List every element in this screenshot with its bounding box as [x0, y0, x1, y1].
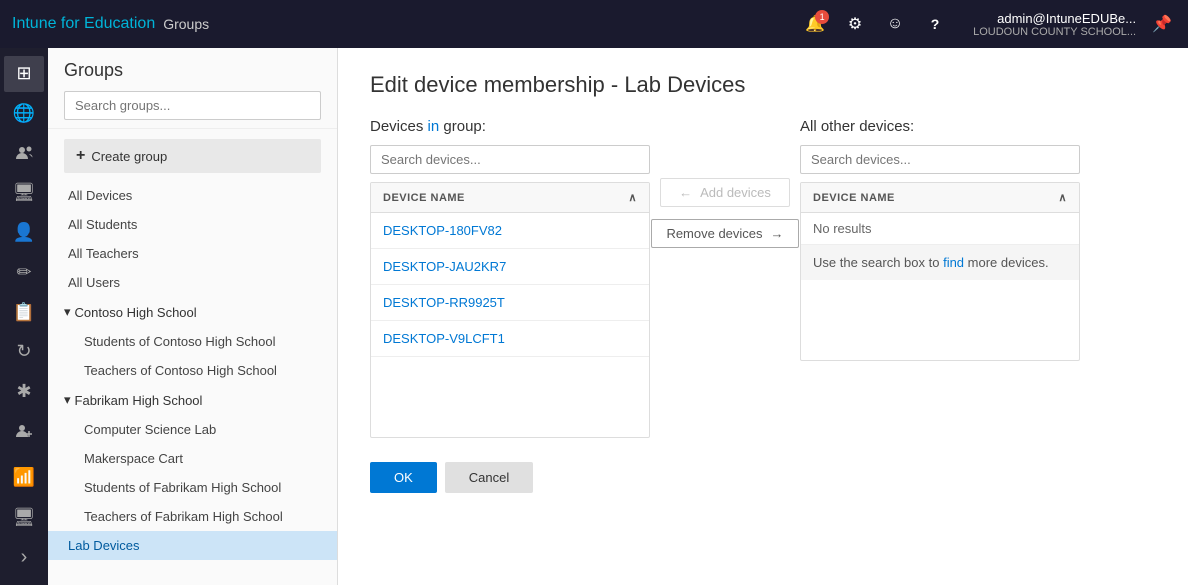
- sidebar-item-all-users[interactable]: All Users: [48, 268, 337, 297]
- chevron-down-icon: ▾: [64, 304, 71, 320]
- sidebar-header: Groups: [48, 48, 337, 129]
- add-devices-label: Add devices: [700, 185, 771, 200]
- footer-buttons: OK Cancel: [370, 462, 1156, 493]
- create-group-label: Create group: [91, 149, 167, 164]
- pin-button[interactable]: 📌: [1148, 10, 1176, 38]
- search-devices-in-group-input[interactable]: [370, 145, 650, 174]
- sidebar: Groups + Create group All Devices All St…: [48, 48, 338, 585]
- sidebar-item-makerspace-cart[interactable]: Makerspace Cart: [48, 444, 337, 473]
- user-menu[interactable]: admin@IntuneEDUBe... LOUDOUN COUNTY SCHO…: [965, 7, 1144, 42]
- rail-item-person[interactable]: 👤: [4, 215, 44, 251]
- other-devices-table: DEVICE NAME ∧ No results Use the search …: [800, 182, 1080, 361]
- app-section: Groups: [163, 16, 209, 32]
- sidebar-navigation: All Devices All Students All Teachers Al…: [48, 177, 337, 585]
- all-other-devices-panel: All other devices: DEVICE NAME ∧ No resu…: [800, 118, 1080, 361]
- table-empty-space: [371, 357, 649, 437]
- sidebar-item-lab-devices[interactable]: Lab Devices: [48, 531, 337, 560]
- rail-item-user-add[interactable]: [4, 413, 44, 449]
- table-row[interactable]: DESKTOP-RR9925T: [371, 285, 649, 321]
- rail-item-clipboard[interactable]: 📋: [4, 294, 44, 330]
- smiley-icon: ☺: [887, 15, 903, 33]
- rail-item-home[interactable]: ⊞: [4, 56, 44, 92]
- sidebar-group-contoso-label: Contoso High School: [75, 305, 197, 320]
- devices-title-prefix: Devices: [370, 118, 428, 135]
- sidebar-item-contoso-teachers[interactable]: Teachers of Contoso High School: [48, 356, 337, 385]
- no-results-hint-suffix: more devices.: [964, 255, 1049, 270]
- rail-item-monitor[interactable]: 🖥: [4, 497, 44, 537]
- rail-item-display[interactable]: 🖥: [4, 175, 44, 211]
- devices-in-group-title: Devices in group:: [370, 118, 650, 135]
- sort-icon: ∧: [628, 191, 637, 204]
- app-brand: Intune for Education: [12, 15, 155, 33]
- devices-title-suffix: group:: [439, 118, 486, 135]
- device-name-column-header: DEVICE NAME: [383, 192, 465, 204]
- help-icon: ?: [931, 16, 940, 32]
- sidebar-item-contoso-students[interactable]: Students of Contoso High School: [48, 327, 337, 356]
- page-title: Edit device membership - Lab Devices: [370, 72, 1156, 98]
- plus-icon: +: [76, 147, 85, 165]
- devices-in-group-table: DEVICE NAME ∧ DESKTOP-180FV82 DESKTOP-JA…: [370, 182, 650, 438]
- rail-item-wifi[interactable]: 📶: [4, 457, 44, 497]
- sidebar-title: Groups: [64, 60, 321, 81]
- sidebar-item-all-teachers[interactable]: All Teachers: [48, 239, 337, 268]
- table-row[interactable]: DESKTOP-V9LCFT1: [371, 321, 649, 357]
- feedback-button[interactable]: ☺: [877, 6, 913, 42]
- rail-item-globe[interactable]: 🌐: [4, 96, 44, 132]
- cancel-button[interactable]: Cancel: [445, 462, 533, 493]
- sidebar-group-fabrikam-label: Fabrikam High School: [75, 393, 203, 408]
- devices-table-header: DEVICE NAME ∧: [371, 183, 649, 213]
- sidebar-item-computer-science-lab[interactable]: Computer Science Lab: [48, 415, 337, 444]
- help-button[interactable]: ?: [917, 6, 953, 42]
- user-name: admin@IntuneEDUBe...: [973, 11, 1136, 26]
- top-navigation: Intune for Education Groups 🔔 1 ⚙ ☺ ? ad…: [0, 0, 1188, 48]
- sidebar-item-all-students[interactable]: All Students: [48, 210, 337, 239]
- main-layout: ⊞ 🌐 🖥 👤 ✏ 📋 ↻ ✱ 📶 🖥 › Groups + Create gr…: [0, 48, 1188, 585]
- transfer-arrows-column: ← Add devices Remove devices →: [650, 118, 800, 248]
- rail-item-refresh[interactable]: ↻: [4, 334, 44, 370]
- table-row[interactable]: DESKTOP-JAU2KR7: [371, 249, 649, 285]
- rail-item-users[interactable]: [4, 135, 44, 171]
- sidebar-item-all-devices[interactable]: All Devices: [48, 181, 337, 210]
- notification-badge: 1: [815, 10, 829, 24]
- settings-button[interactable]: ⚙: [837, 6, 873, 42]
- sidebar-group-contoso[interactable]: ▾ Contoso High School: [48, 297, 337, 327]
- membership-layout: Devices in group: DEVICE NAME ∧ DESKTOP-…: [370, 118, 1156, 438]
- rail-item-tools[interactable]: ✱: [4, 374, 44, 410]
- sidebar-item-fabrikam-teachers[interactable]: Teachers of Fabrikam High School: [48, 502, 337, 531]
- right-arrow-icon: →: [771, 226, 784, 241]
- all-other-devices-title: All other devices:: [800, 118, 1080, 135]
- ok-button[interactable]: OK: [370, 462, 437, 493]
- rail-item-pencil[interactable]: ✏: [4, 255, 44, 291]
- icon-rail: ⊞ 🌐 🖥 👤 ✏ 📋 ↻ ✱ 📶 🖥 ›: [0, 48, 48, 585]
- no-results-hint-prefix: Use the search box to: [813, 255, 943, 270]
- no-results-find: find: [943, 255, 964, 270]
- rail-expand[interactable]: ›: [4, 537, 44, 577]
- other-sort-icon: ∧: [1058, 191, 1067, 204]
- remove-devices-button[interactable]: Remove devices →: [651, 219, 798, 248]
- other-device-name-column-header: DEVICE NAME: [813, 192, 895, 204]
- remove-devices-label: Remove devices: [666, 226, 762, 241]
- other-devices-table-header: DEVICE NAME ∧: [801, 183, 1079, 213]
- create-group-button[interactable]: + Create group: [64, 139, 321, 173]
- chevron-down-icon-2: ▾: [64, 392, 71, 408]
- add-devices-button[interactable]: ← Add devices: [660, 178, 790, 207]
- devices-in-group-panel: Devices in group: DEVICE NAME ∧ DESKTOP-…: [370, 118, 650, 438]
- sidebar-group-fabrikam[interactable]: ▾ Fabrikam High School: [48, 385, 337, 415]
- topnav-icons: 🔔 1 ⚙ ☺ ? admin@IntuneEDUBe... LOUDOUN C…: [797, 6, 1176, 42]
- table-row[interactable]: DESKTOP-180FV82: [371, 213, 649, 249]
- user-org: LOUDOUN COUNTY SCHOOL...: [973, 26, 1136, 38]
- gear-icon: ⚙: [848, 14, 862, 34]
- devices-title-in: in: [428, 118, 440, 135]
- other-table-empty-space: [801, 280, 1079, 360]
- sidebar-item-fabrikam-students[interactable]: Students of Fabrikam High School: [48, 473, 337, 502]
- search-other-devices-input[interactable]: [800, 145, 1080, 174]
- main-content: Edit device membership - Lab Devices Dev…: [338, 48, 1188, 585]
- no-results-hint: Use the search box to find more devices.: [801, 244, 1079, 280]
- search-groups-input[interactable]: [64, 91, 321, 120]
- notifications-button[interactable]: 🔔 1: [797, 6, 833, 42]
- left-arrow-icon: ←: [679, 185, 692, 200]
- no-results-label: No results: [801, 213, 1079, 244]
